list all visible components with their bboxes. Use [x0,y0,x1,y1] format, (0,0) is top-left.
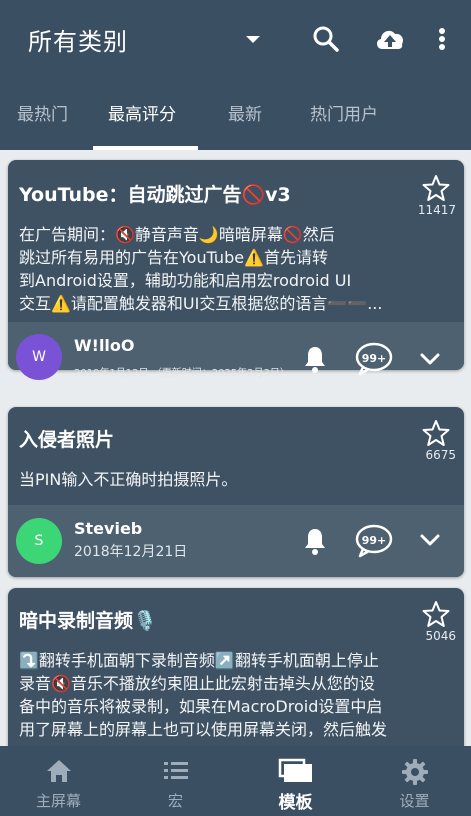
more-vert-icon[interactable] [430,22,454,56]
card-footer: S Stevieb 2018年12月21日 99+ [8,505,464,577]
date-text: 2019年1月12日 （更新时间：2025年2月3日） [74,368,290,379]
avatar[interactable]: S [16,518,62,564]
nav-home[interactable]: 主屏幕 [0,746,117,816]
templates-icon [278,758,312,782]
description-line: 跳过所有易用的广告在YouTube⚠️首先请转 [19,248,328,267]
card-description: 当PIN输入不正确时拍摄照片。 [19,468,439,491]
tab-top-rated[interactable]: 最高评分 [108,100,176,125]
star-icon[interactable] [422,174,450,202]
description-line: ⤵️翻转手机面朝下录制音频↗️翻转手机面朝上停止 [19,651,379,670]
gear-icon [401,759,428,785]
star-count: 11417 [417,203,456,217]
nav-label: 主屏幕 [35,792,81,810]
description-line: 到Android设置，辅助功能和启用宏rodroid UI [19,271,352,290]
description-line: 交互⚠️请配置触发器和UI交互根据您的语言➖➖... [19,294,383,313]
author-name[interactable]: Stevieb [74,519,142,538]
category-title[interactable]: 所有类别 [28,22,128,57]
star-count: 6675 [425,448,456,462]
star-icon[interactable] [422,600,450,628]
template-list[interactable]: YouTube：自动跳过广告🚫v3 11417 在广告期间：🔇静音声音🌙暗暗屏幕… [0,150,471,746]
template-card[interactable]: 入侵者照片 6675 当PIN输入不正确时拍摄照片。 S Stevieb 201… [8,407,464,577]
card-title: YouTube：自动跳过广告🚫v3 [19,184,291,206]
card-title: 入侵者照片 [19,429,115,451]
description-line: 在广告期间：🔇静音声音🌙暗暗屏幕🚫然后 [19,225,335,244]
chevron-down-icon[interactable] [418,348,442,370]
list-icon [163,762,188,779]
search-icon[interactable] [309,22,343,56]
template-card[interactable]: 暗中录制音频🎙️ 5046 ⤵️翻转手机面朝下录制音频↗️翻转手机面朝上停止 录… [8,588,464,746]
tab-bar: 最热门 最高评分 最新 热门用户 [0,84,471,150]
nav-templates[interactable]: 模板 [237,746,354,816]
tab-newest[interactable]: 最新 [228,100,262,125]
card-footer-row: W W!lloO 2019年1月12日 （更新时间：2025年2月3日） 99+ [8,322,464,380]
cloud-upload-icon[interactable] [373,22,407,56]
nav-label: 设置 [399,792,430,810]
card-description: 在广告期间：🔇静音声音🌙暗暗屏幕🚫然后 跳过所有易用的广告在YouTube⚠️首… [19,223,439,315]
chevron-down-icon[interactable] [418,529,442,551]
nav-label: 模板 [278,793,313,813]
comment-icon[interactable]: 99+ [354,342,394,376]
author-name[interactable]: W!lloO [74,336,135,355]
description-line: 用了屏幕上的屏幕上也可以使用屏幕关闭，然后触发 [19,720,388,739]
description-line: 当PIN输入不正确时拍摄照片。 [19,470,238,489]
comment-badge: 99+ [362,352,387,365]
comment-icon[interactable]: 99+ [354,524,394,558]
nav-label: 宏 [167,792,183,810]
home-icon [46,760,71,782]
nav-macros[interactable]: 宏 [117,746,234,816]
tab-most-popular[interactable]: 最热门 [17,100,68,125]
description-line: 备中的音乐将被录制，如果在MacroDroid设置中启 [19,697,383,716]
star-icon[interactable] [422,419,450,447]
star-count: 5046 [425,629,456,643]
nav-settings[interactable]: 设置 [356,746,471,816]
card-title: 暗中录制音频🎙️ [19,610,157,632]
date-text: 2018年12月21日 [74,544,188,560]
app-bar: 所有类别 最热门 最高评分 最新 热门用户 [0,0,471,150]
tab-popular-users[interactable]: 热门用户 [310,100,378,125]
bell-icon[interactable] [301,526,329,556]
comment-badge: 99+ [362,534,387,547]
description-line: 录音🔇音乐不播放约束阻止此宏射击掉头从您的设 [19,674,375,693]
chevron-down-icon[interactable] [242,30,264,48]
card-description: ⤵️翻转手机面朝下录制音频↗️翻转手机面朝上停止 录音🔇音乐不播放约束阻止此宏射… [19,649,439,741]
avatar[interactable]: W [16,334,62,380]
bell-icon[interactable] [301,344,329,374]
bottom-navigation: 主屏幕 宏 模板 设置 [0,746,471,816]
